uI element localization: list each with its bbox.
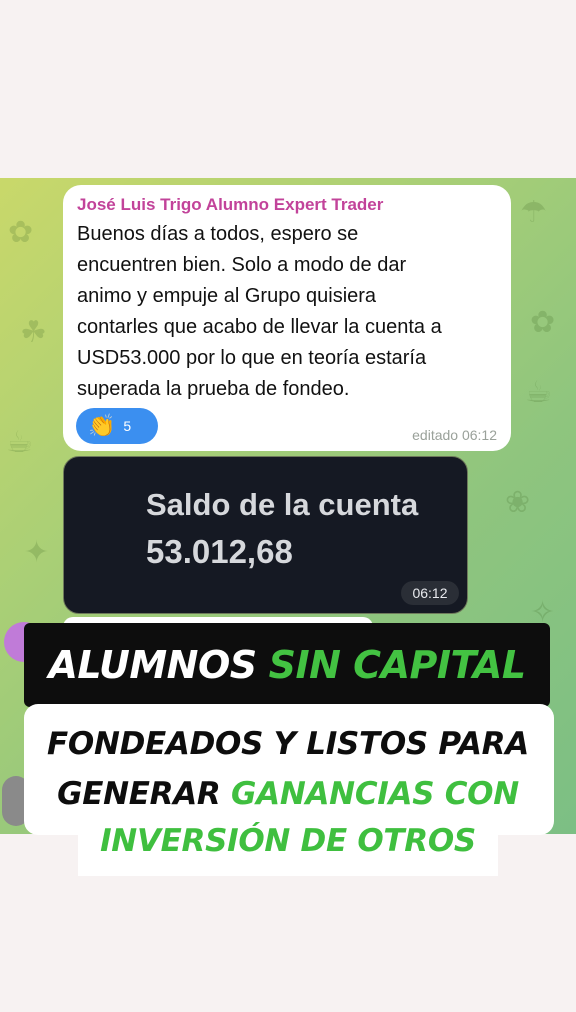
image-message[interactable]: Saldo de la cuenta 53.012,68 06:12 — [63, 456, 468, 614]
subheadline-banner — [24, 704, 554, 835]
balance-value: 53.012,68 — [146, 533, 293, 570]
message-line: Buenos días a todos, espero se — [77, 223, 359, 245]
image-timestamp: 06:12 — [401, 581, 459, 605]
subheadline-green-text: INVERSIÓN DE OTROS — [100, 823, 476, 859]
doodle-icon: ☕ — [6, 426, 33, 459]
balance-label: Saldo de la cuenta — [146, 487, 419, 522]
edited-timestamp: editado 06:12 — [412, 427, 497, 443]
message-line: contarles que acabo de llevar la cuenta … — [77, 316, 442, 338]
message-bubble[interactable]: José Luis Trigo Alumno Expert Trader Bue… — [63, 185, 511, 451]
doodle-icon: ✿ — [8, 216, 34, 249]
reaction-count: 5 — [123, 418, 132, 434]
subheadline-line-2: GENERAR GANANCIAS CON — [0, 776, 576, 812]
doodle-icon: ✿ — [530, 306, 556, 339]
headline-green-text: SIN CAPITAL — [268, 643, 526, 687]
message-line: encuentren bien. Solo a modo de dar — [77, 254, 407, 276]
subheadline-line-3: INVERSIÓN DE OTROS — [0, 823, 576, 859]
subheadline-line-1: FONDEADOS Y LISTOS PARA — [0, 726, 576, 762]
message-line: superada la prueba de fondeo. — [77, 378, 350, 400]
doodle-icon: ❀ — [505, 486, 531, 519]
doodle-icon: ☘ — [20, 316, 47, 349]
headline-banner: ALUMNOS SIN CAPITAL — [24, 623, 550, 707]
message-line: animo y empuje al Grupo quisiera — [77, 285, 377, 307]
doodle-icon: ☂ — [520, 196, 547, 229]
doodle-icon: ☕ — [525, 376, 552, 409]
doodle-icon: ✦ — [24, 536, 50, 569]
reaction-chip[interactable]: 👏 5 — [76, 408, 158, 444]
subheadline-text: FONDEADOS Y LISTOS PARA — [47, 726, 529, 762]
message-text: Buenos días a todos, espero se encuentre… — [77, 219, 497, 405]
subheadline-text: GENERAR — [57, 776, 221, 812]
subheadline-green-text: GANANCIAS CON — [231, 776, 519, 812]
message-line: USD53.000 por lo que en teoría estaría — [77, 347, 427, 369]
sender-name[interactable]: José Luis Trigo Alumno Expert Trader — [77, 195, 497, 215]
headline-white-text: ALUMNOS — [48, 643, 257, 687]
clapping-hands-icon: 👏 — [88, 413, 116, 438]
